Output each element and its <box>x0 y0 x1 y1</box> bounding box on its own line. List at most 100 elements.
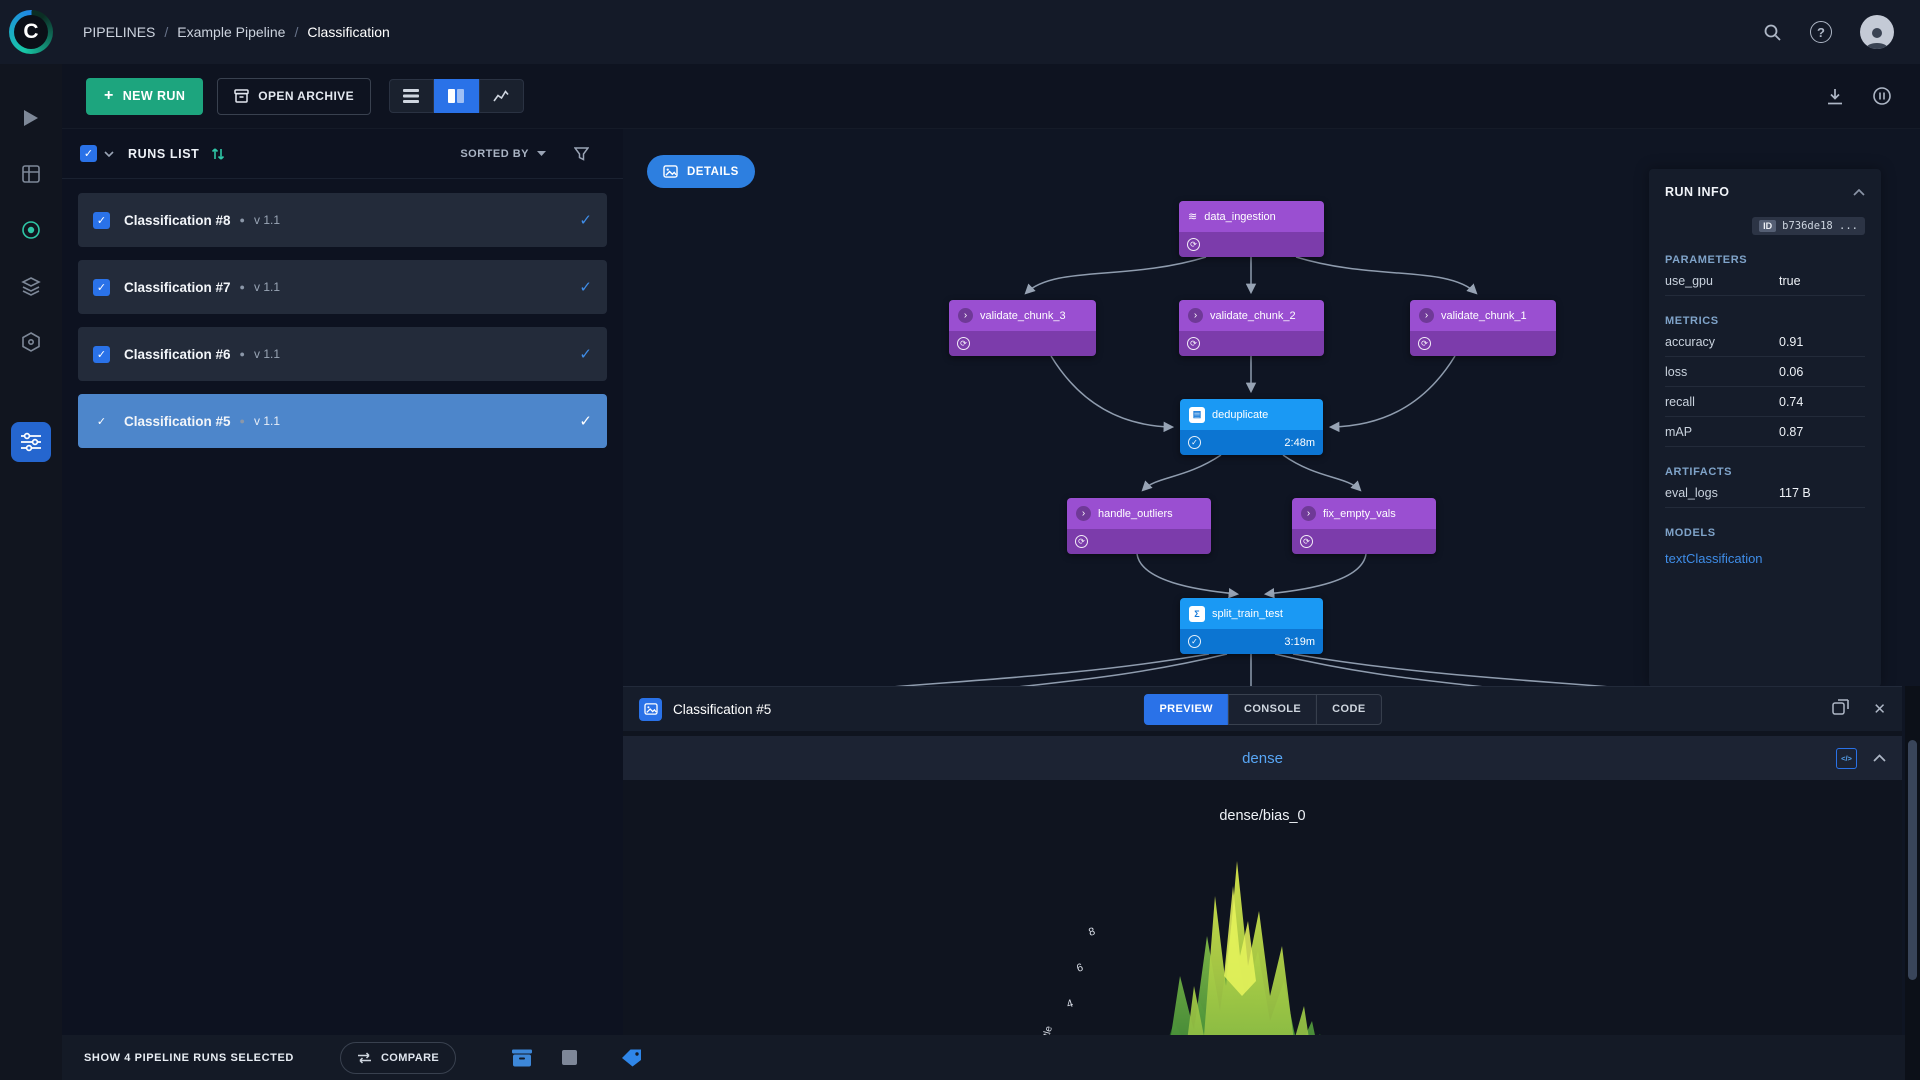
surface-plot[interactable]: 8 6 4 title <box>1002 826 1472 1036</box>
vertical-scrollbar[interactable] <box>1905 686 1920 1080</box>
dag-node-validate-chunk-1[interactable]: ›validate_chunk_1 ⟳ <box>1410 300 1556 356</box>
selection-footer: SHOW 4 PIPELINE RUNS SELECTED COMPARE <box>62 1035 1920 1080</box>
dag-node-validate-chunk-3[interactable]: ›validate_chunk_3 ⟳ <box>949 300 1096 356</box>
layers-icon[interactable] <box>0 264 62 308</box>
select-all-checkbox[interactable]: ✓ <box>80 145 97 162</box>
node-label: handle_outliers <box>1098 508 1173 520</box>
node-label: split_train_test <box>1212 608 1283 620</box>
bullet-separator: ● <box>240 215 245 225</box>
tab-console[interactable]: CONSOLE <box>1228 694 1317 725</box>
open-archive-label: OPEN ARCHIVE <box>258 89 354 103</box>
dag-node-validate-chunk-2[interactable]: ›validate_chunk_2 ⟳ <box>1179 300 1324 356</box>
metric-row: mAP 0.87 <box>1665 417 1865 447</box>
plot-title: dense/bias_0 <box>623 808 1902 824</box>
help-icon[interactable]: ? <box>1810 21 1832 43</box>
projects-icon[interactable] <box>0 96 62 140</box>
breadcrumb-pipelines[interactable]: PIPELINES <box>83 24 155 40</box>
sort-order-icon[interactable] <box>211 147 225 161</box>
breadcrumb: PIPELINES / Example Pipeline / Classific… <box>83 24 390 40</box>
models-icon[interactable] <box>0 320 62 364</box>
row-checkbox[interactable]: ✓ <box>93 212 110 229</box>
view-toggle-group <box>389 79 524 113</box>
sorted-by-dropdown[interactable]: SORTED BY <box>460 148 546 160</box>
run-id-pill[interactable]: ID b736de18 ... <box>1752 217 1865 235</box>
breadcrumb-project[interactable]: Example Pipeline <box>177 24 285 40</box>
metric-value: 0.06 <box>1779 365 1865 379</box>
archive-action-icon[interactable] <box>512 1049 532 1067</box>
details-label: DETAILS <box>687 166 739 178</box>
workers-queue-icon[interactable] <box>1872 86 1892 106</box>
parameter-row: use_gpu true <box>1665 266 1865 296</box>
details-button[interactable]: DETAILS <box>647 155 755 188</box>
run-row-classification-7[interactable]: ✓ Classification #7 ● v 1.1 ✓ <box>78 260 607 314</box>
preview-tabs: PREVIEW CONSOLE CODE <box>1143 694 1381 725</box>
chart-view-button[interactable] <box>479 79 524 113</box>
runs-list-title: RUNS LIST <box>128 147 199 161</box>
run-name: Classification #8 <box>124 213 231 228</box>
filter-icon[interactable] <box>574 147 589 161</box>
maximize-icon[interactable] <box>1832 699 1849 720</box>
step-type-icon: ▤ <box>1189 407 1205 423</box>
dag-node-fix-empty-vals[interactable]: ›fix_empty_vals ⟳ <box>1292 498 1436 554</box>
collapse-chevron-icon[interactable] <box>1853 183 1865 201</box>
search-icon[interactable] <box>1763 23 1782 42</box>
metric-key: loss <box>1665 365 1779 379</box>
avatar[interactable] <box>1860 15 1894 49</box>
plot-area: dense/bias_0 <box>623 780 1902 1036</box>
pipelines-icon[interactable] <box>11 422 51 462</box>
step-type-icon: ≋ <box>1188 210 1197 223</box>
dag-node-data-ingestion[interactable]: ≋data_ingestion ⟳ <box>1179 201 1324 257</box>
row-checkbox[interactable]: ✓ <box>93 346 110 363</box>
actions-toolbar: + NEW RUN OPEN ARCHIVE <box>62 64 1920 129</box>
split-view-button[interactable] <box>434 79 479 113</box>
metrics-section-title: METRICS <box>1665 315 1865 327</box>
completed-status-icon: ✓ <box>1188 635 1201 648</box>
artifact-row: eval_logs 117 B <box>1665 478 1865 508</box>
new-run-button[interactable]: + NEW RUN <box>86 78 203 115</box>
abort-action-icon[interactable] <box>562 1050 577 1065</box>
tab-code[interactable]: CODE <box>1316 694 1381 725</box>
chevron-down-icon[interactable] <box>104 151 114 157</box>
dag-node-split-train-test[interactable]: Σsplit_train_test ✓3:19m <box>1180 598 1323 654</box>
clearml-logo[interactable]: C <box>9 10 53 54</box>
runs-list-panel: ✓ RUNS LIST SORTED BY ✓ Classification #… <box>62 129 623 1035</box>
preview-run-title: Classification #5 <box>673 702 771 717</box>
tag-action-icon[interactable] <box>621 1049 642 1067</box>
compare-button[interactable]: COMPARE <box>340 1042 456 1074</box>
tab-preview[interactable]: PREVIEW <box>1143 694 1229 725</box>
run-info-title: RUN INFO <box>1665 185 1729 199</box>
run-version: v 1.1 <box>254 213 280 227</box>
breadcrumb-separator: / <box>164 24 168 40</box>
step-status-icon: › <box>1076 506 1091 521</box>
code-snippet-icon[interactable]: </> <box>1836 748 1857 769</box>
dag-node-deduplicate[interactable]: ▤deduplicate ✓2:48m <box>1180 399 1323 455</box>
close-icon[interactable]: ✕ <box>1873 700 1886 718</box>
models-section-title: MODELS <box>1665 527 1865 539</box>
table-view-button[interactable] <box>389 79 434 113</box>
completed-check-icon: ✓ <box>579 345 592 363</box>
download-icon[interactable] <box>1826 88 1844 105</box>
run-row-classification-5[interactable]: ✓ Classification #5 ● v 1.1 ✓ <box>78 394 607 448</box>
scrollbar-thumb[interactable] <box>1908 740 1917 980</box>
node-label: validate_chunk_3 <box>980 310 1066 322</box>
metric-group-header[interactable]: dense </> <box>623 736 1902 780</box>
row-checkbox[interactable]: ✓ <box>93 413 110 430</box>
run-version: v 1.1 <box>254 347 280 361</box>
metric-row: accuracy 0.91 <box>1665 327 1865 357</box>
datasets-icon[interactable] <box>0 152 62 196</box>
run-name: Classification #6 <box>124 347 231 362</box>
run-row-classification-8[interactable]: ✓ Classification #8 ● v 1.1 ✓ <box>78 193 607 247</box>
run-row-classification-6[interactable]: ✓ Classification #6 ● v 1.1 ✓ <box>78 327 607 381</box>
parameters-section-title: PARAMETERS <box>1665 254 1865 266</box>
metric-key: mAP <box>1665 425 1779 439</box>
selection-status: SHOW 4 PIPELINE RUNS SELECTED <box>84 1052 294 1064</box>
model-link[interactable]: textClassification <box>1665 551 1865 566</box>
dag-node-handle-outliers[interactable]: ›handle_outliers ⟳ <box>1067 498 1211 554</box>
open-archive-button[interactable]: OPEN ARCHIVE <box>217 78 371 115</box>
row-checkbox[interactable]: ✓ <box>93 279 110 296</box>
plus-icon: + <box>104 87 114 105</box>
run-info-panel: RUN INFO ID b736de18 ... PARAMETERS use_… <box>1649 169 1881 687</box>
collapse-chevron-icon[interactable] <box>1873 749 1886 767</box>
left-rail <box>0 64 62 1080</box>
experiments-icon[interactable] <box>0 208 62 252</box>
